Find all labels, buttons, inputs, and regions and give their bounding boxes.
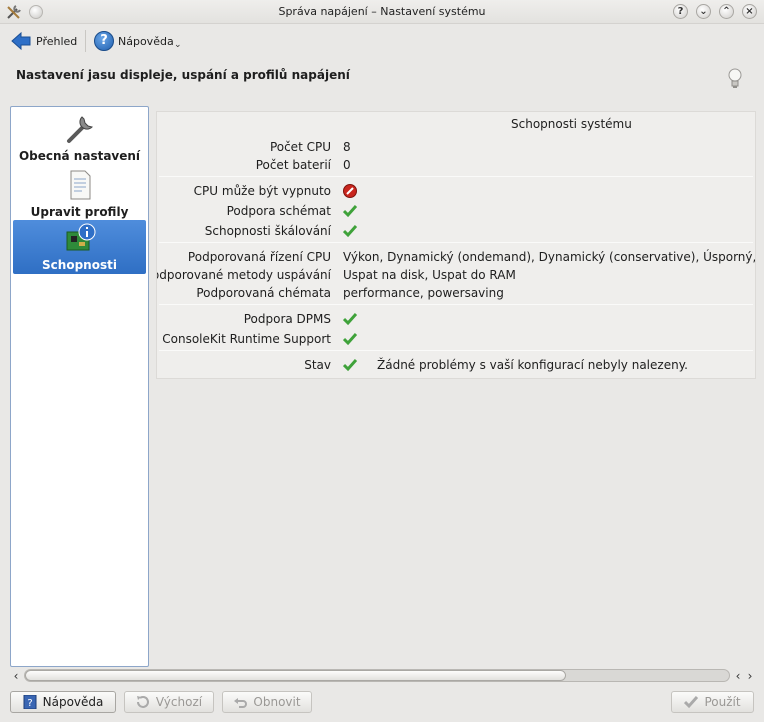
sleep-methods-label: Podporované metody uspávání	[156, 268, 331, 282]
checkmark-icon	[684, 696, 699, 709]
restore-defaults-icon	[136, 696, 149, 708]
sidebar-item-capabilities[interactable]: Schopnosti	[13, 220, 146, 274]
cpu-offline-label: CPU může být vypnuto	[193, 184, 331, 198]
toolbar-separator	[85, 30, 86, 52]
section-title: Schopnosti systému	[511, 117, 632, 131]
scroll-right-arrow-icon[interactable]: ›	[744, 668, 756, 684]
chevron-down-icon[interactable]: ⌄	[174, 40, 182, 50]
checkmark-icon	[343, 205, 357, 218]
back-overview-button[interactable]: Přehled	[10, 28, 77, 54]
cpu-count-label: Počet CPU	[269, 140, 331, 154]
apply-button[interactable]: Použít	[671, 691, 754, 713]
wrench-icon	[66, 116, 93, 143]
window-title: Správa napájení – Nastavení systému	[278, 5, 486, 18]
divider	[159, 176, 753, 177]
sidebar-item-general[interactable]: Obecná nastavení	[13, 111, 146, 165]
dpms-label: Podpora DPMS	[243, 312, 331, 326]
status-value: Žádné problémy s vaší konfigurací nebyly…	[377, 358, 688, 372]
hardware-info-icon	[66, 223, 95, 251]
apply-button-label: Použít	[704, 695, 741, 709]
horizontal-scrollbar[interactable]: ‹ ‹ ›	[10, 668, 754, 684]
cpu-governors-label: Podporovaná řízení CPU	[187, 250, 331, 264]
checkmark-icon	[343, 225, 357, 238]
schemes-value: performance, powersaving	[343, 286, 504, 300]
help-book-icon: ?	[23, 695, 37, 709]
arrow-left-icon	[11, 31, 31, 51]
page-title: Nastavení jasu displeje, uspání a profil…	[16, 68, 350, 82]
divider	[159, 242, 753, 243]
window-titlebar: Správa napájení – Nastavení systému ? ⌄ …	[0, 0, 764, 24]
toolbar: Přehled ? Nápověda	[0, 24, 764, 58]
schemes-label: Podporovaná chémata	[196, 286, 331, 300]
lightbulb-icon[interactable]	[727, 68, 743, 90]
stop-icon	[343, 184, 357, 198]
scroll-left-arrow-icon[interactable]: ‹	[732, 668, 744, 684]
divider	[159, 350, 753, 351]
scroll-left-arrow-icon[interactable]: ‹	[10, 668, 22, 684]
help-icon: ?	[94, 31, 114, 51]
help-title-button[interactable]: ?	[673, 4, 688, 19]
sidebar-item-label: Schopnosti	[42, 258, 117, 272]
scrollbar-track[interactable]	[24, 669, 730, 682]
checkmark-icon	[343, 333, 357, 346]
sidebar-item-profiles[interactable]: Upravit profily	[13, 167, 146, 221]
sidebar-item-label: Upravit profily	[30, 205, 129, 219]
consolekit-label: ConsoleKit Runtime Support	[162, 332, 331, 346]
status-label: Stav	[304, 358, 331, 372]
cpu-count-value: 8	[343, 140, 351, 154]
help-menu-button[interactable]: ? Nápověda	[94, 28, 174, 54]
checkmark-icon	[343, 359, 357, 372]
divider	[159, 304, 753, 305]
defaults-button-label: Výchozí	[155, 695, 203, 709]
help-button[interactable]: ? Nápověda	[10, 691, 116, 713]
scrollbar-thumb[interactable]	[25, 670, 566, 681]
reset-button[interactable]: Obnovit	[222, 691, 312, 713]
svg-text:?: ?	[27, 698, 32, 709]
minimize-button[interactable]: ⌄	[696, 4, 711, 19]
battery-count-label: Počet baterií	[255, 158, 331, 172]
document-icon	[70, 170, 90, 200]
sidebar: Obecná nastavení Upravit profily Schopno…	[10, 106, 149, 667]
defaults-button[interactable]: Výchozí	[124, 691, 214, 713]
capabilities-panel: Schopnosti systému Počet CPU 8 Počet bat…	[156, 111, 756, 379]
sleep-methods-value: Uspat na disk, Uspat do RAM	[343, 268, 516, 282]
back-label: Přehled	[36, 34, 78, 48]
cpu-governors-value: Výkon, Dynamický (ondemand), Dynamický (…	[343, 250, 756, 264]
sidebar-item-label: Obecná nastavení	[18, 149, 141, 163]
help-button-label: Nápověda	[42, 695, 104, 709]
close-button[interactable]: ×	[742, 4, 757, 19]
help-label: Nápověda	[118, 34, 174, 48]
checkmark-icon	[343, 313, 357, 326]
reset-button-label: Obnovit	[253, 695, 301, 709]
battery-count-value: 0	[343, 158, 351, 172]
maximize-button[interactable]: ⌃	[719, 4, 734, 19]
undo-icon	[234, 698, 248, 708]
scaling-label: Schopnosti škálování	[204, 224, 331, 238]
scheme-support-label: Podpora schémat	[226, 204, 331, 218]
